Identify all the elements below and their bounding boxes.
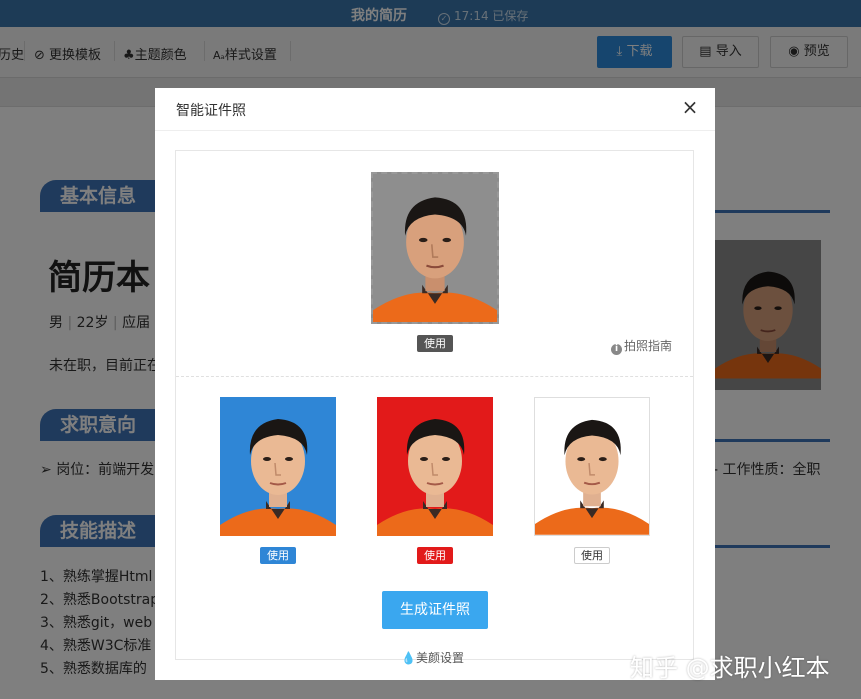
id-photo-dialog: 智能证件照 × 使用 i 拍照指南 使用 使用 使用 生成证件照 💧美颜设置 bbox=[155, 88, 715, 680]
drop-icon: 💧 bbox=[401, 651, 416, 665]
photo-panel: 使用 i 拍照指南 使用 使用 使用 生成证件照 💧美颜设置 bbox=[175, 150, 694, 665]
use-original-button[interactable]: 使用 bbox=[417, 335, 453, 352]
photo-guide-link[interactable]: i 拍照指南 bbox=[611, 337, 672, 355]
dialog-title: 智能证件照 bbox=[176, 103, 246, 119]
dialog-header: 智能证件照 × bbox=[155, 88, 715, 131]
beauty-settings-label: 美颜设置 bbox=[415, 651, 464, 665]
beauty-settings-link[interactable]: 💧美颜设置 bbox=[401, 649, 464, 666]
red-background-photo[interactable] bbox=[377, 397, 493, 536]
blue-background-photo[interactable] bbox=[220, 397, 336, 536]
use-red-button[interactable]: 使用 bbox=[417, 547, 453, 564]
generate-id-photo-button[interactable]: 生成证件照 bbox=[382, 591, 488, 629]
use-white-button[interactable]: 使用 bbox=[574, 547, 610, 564]
use-blue-button[interactable]: 使用 bbox=[260, 547, 296, 564]
close-icon[interactable]: × bbox=[681, 97, 699, 117]
info-icon: i bbox=[611, 344, 622, 355]
photo-guide-label: 拍照指南 bbox=[624, 339, 673, 353]
divider bbox=[176, 376, 693, 377]
original-photo[interactable] bbox=[371, 172, 499, 324]
white-background-photo[interactable] bbox=[534, 397, 650, 536]
watermark: 知乎 @求职小红本 bbox=[630, 654, 830, 682]
